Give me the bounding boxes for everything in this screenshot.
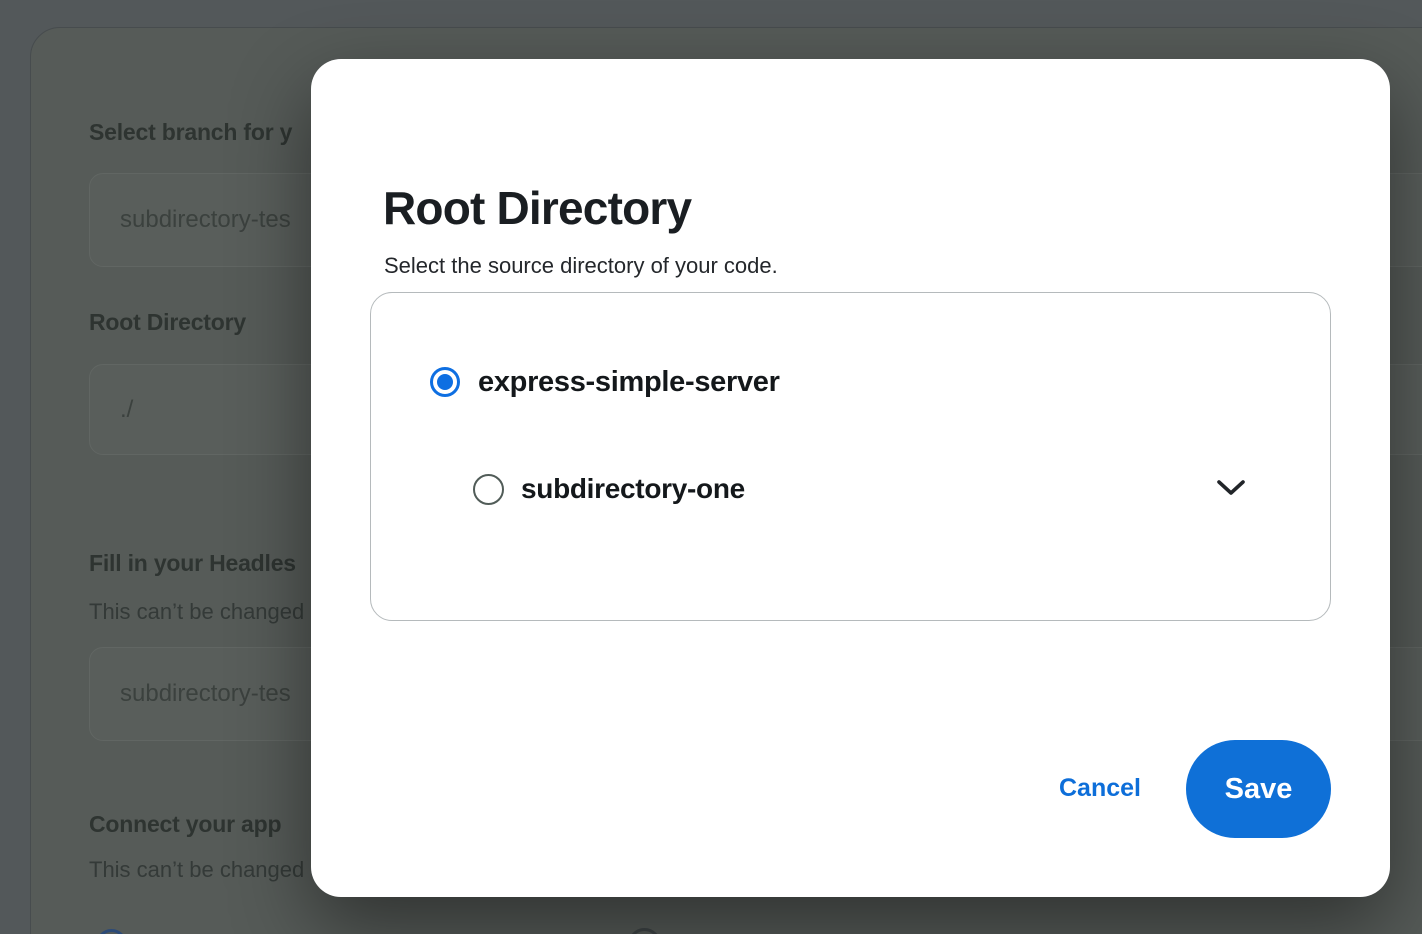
option-label: subdirectory-one — [521, 473, 745, 505]
headless-name-value: subdirectory-tes — [120, 680, 291, 708]
branch-select-value: subdirectory-tes — [120, 206, 291, 234]
directory-options-box: express-simple-server subdirectory-one — [370, 292, 1331, 621]
option-label: express-simple-server — [478, 366, 780, 399]
connect-app-section-note: This can’t be changed — [89, 857, 304, 883]
dialog-title: Root Directory — [383, 181, 691, 235]
root-directory-section-label: Root Directory — [89, 309, 246, 336]
save-button[interactable]: Save — [1186, 740, 1331, 838]
option-subdirectory-one[interactable]: subdirectory-one — [473, 472, 745, 506]
page: Select branch for y subdirectory-tes Roo… — [0, 0, 1422, 934]
radio-selected-icon[interactable] — [430, 367, 460, 397]
root-directory-value: ./ — [120, 396, 133, 424]
chevron-down-icon[interactable] — [1216, 479, 1246, 497]
headless-section-note: This can’t be changed — [89, 599, 304, 625]
headless-section-label: Fill in your Headles — [89, 550, 296, 577]
connect-app-section-label: Connect your app — [89, 811, 281, 838]
option-express-simple-server[interactable]: express-simple-server — [430, 359, 780, 405]
radio-unselected-icon[interactable] — [473, 474, 504, 505]
dialog-subtitle: Select the source directory of your code… — [384, 253, 778, 279]
root-directory-dialog: Root Directory Select the source directo… — [311, 59, 1390, 897]
cancel-button[interactable]: Cancel — [1020, 758, 1180, 818]
branch-section-label: Select branch for y — [89, 119, 292, 146]
